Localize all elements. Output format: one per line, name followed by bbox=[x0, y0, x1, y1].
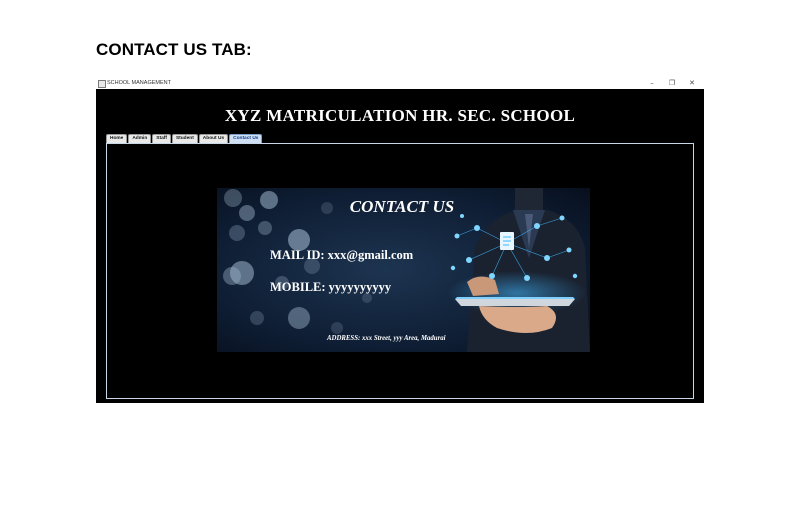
school-title: XYZ MATRICULATION HR. SEC. SCHOOL bbox=[224, 106, 576, 125]
minimize-button[interactable]: – bbox=[642, 78, 662, 89]
address-text: ADDRESS: xxx Street, yyy Area, Madurai bbox=[327, 335, 446, 342]
contact-title: CONTACT US bbox=[349, 197, 455, 216]
mail-id-text: MAIL ID: xxx@gmail.com bbox=[270, 248, 414, 262]
tab-student[interactable]: Student bbox=[171, 134, 198, 143]
app-icon bbox=[98, 80, 106, 88]
document-heading: CONTACT US TAB: bbox=[96, 40, 252, 59]
tab-about-us[interactable]: About Us bbox=[198, 134, 229, 143]
maximize-button[interactable]: ❐ bbox=[662, 78, 682, 89]
window-title: SCHOOL MANAGEMENT bbox=[107, 80, 171, 86]
tab-bar: Home Admin Staff Student About Us Contac… bbox=[106, 134, 263, 143]
tab-contact-us[interactable]: Contact Us bbox=[229, 134, 263, 143]
tab-admin[interactable]: Admin bbox=[128, 134, 152, 143]
tab-home[interactable]: Home bbox=[106, 134, 128, 143]
mobile-text: MOBILE: yyyyyyyyyy bbox=[270, 280, 392, 294]
tab-staff[interactable]: Staff bbox=[152, 134, 171, 143]
window-titlebar[interactable]: SCHOOL MANAGEMENT – ❐ ✕ bbox=[96, 78, 704, 89]
app-window: SCHOOL MANAGEMENT – ❐ ✕ XYZ MATRICULATIO… bbox=[96, 78, 704, 403]
contact-banner: CONTACT US MAIL ID: xxx@gmail.com MOBILE… bbox=[217, 188, 590, 352]
close-button[interactable]: ✕ bbox=[682, 78, 702, 89]
